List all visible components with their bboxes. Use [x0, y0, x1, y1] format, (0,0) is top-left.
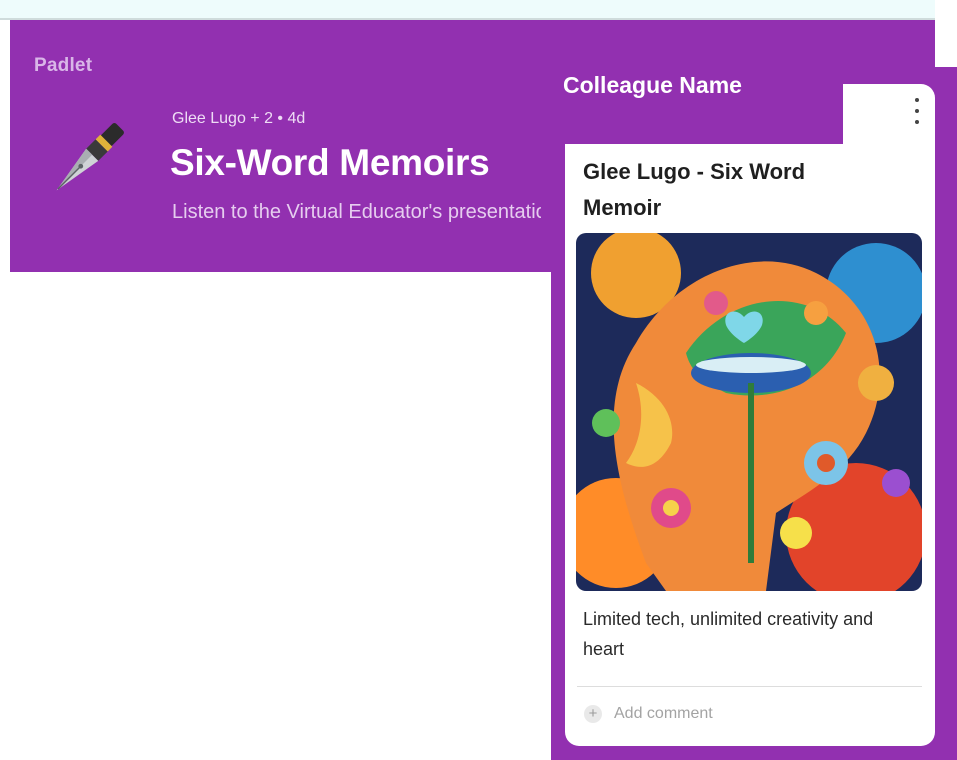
browser-top-strip	[0, 0, 935, 20]
fountain-pen-icon	[56, 123, 124, 191]
colorful-face-artwork-icon[interactable]	[576, 233, 922, 591]
plus-icon: +	[584, 705, 602, 723]
post-title: Glee Lugo - Six Word Memoir	[583, 159, 806, 220]
padlet-logo[interactable]: Padlet	[34, 55, 92, 77]
board-title: Six-Word Memoirs	[170, 142, 490, 183]
board-subtitle: Listen to the Virtual Educator's present…	[172, 201, 541, 223]
card-divider	[577, 686, 922, 687]
colleague-name-label: Colleague Name	[563, 72, 742, 98]
more-options-icon[interactable]	[908, 98, 926, 124]
add-comment-label: Add comment	[614, 705, 713, 722]
post-body: Limited tech, unlimited creativity and h…	[583, 609, 874, 659]
board-subtitle-container: Listen to the Virtual Educator's present…	[172, 199, 541, 225]
add-comment-button[interactable]: + Add comment	[584, 705, 713, 723]
board-meta: Glee Lugo + 2 • 4d	[172, 110, 306, 127]
